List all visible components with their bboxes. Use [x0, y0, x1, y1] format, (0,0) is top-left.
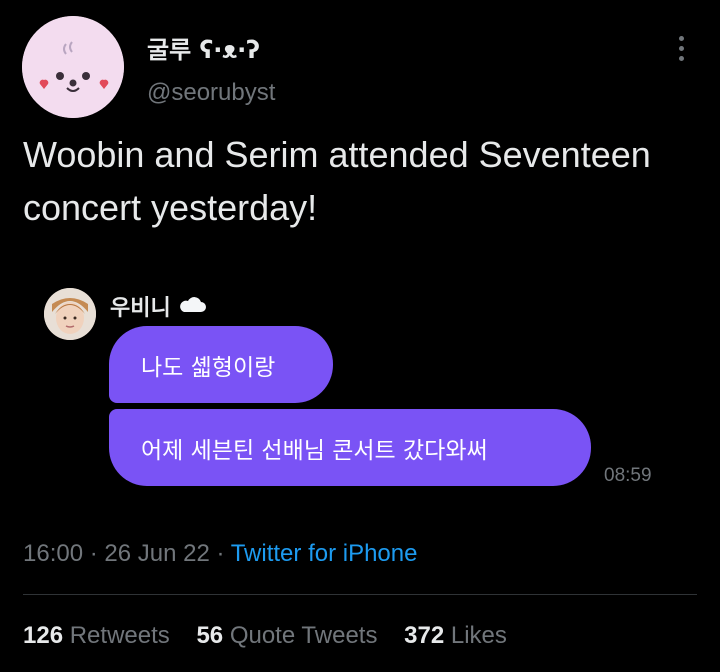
divider — [23, 594, 697, 595]
chat-timestamp: 08:59 — [604, 465, 652, 486]
tweet-stats: 126 Retweets 56 Quote Tweets 372 Likes — [23, 622, 527, 650]
chat-message-text: 나도 셻형이랑 — [141, 354, 276, 381]
tweet-time[interactable]: 16:00 — [23, 540, 83, 567]
tweet-text: Woobin and Serim attended Seventeen conc… — [23, 134, 651, 228]
quote-tweets-count: 56 — [196, 622, 224, 649]
tweet-date[interactable]: 26 Jun 22 — [104, 540, 209, 567]
chat-message-text: 어제 세븐틴 선배님 콘서트 갔다와써 — [141, 437, 488, 464]
more-options-icon[interactable] — [668, 36, 694, 66]
likes-label: Likes — [450, 622, 507, 649]
profile-avatar[interactable] — [22, 16, 124, 118]
tweet-meta: 16:00 · 26 Jun 22 · Twitter for iPhone — [23, 540, 417, 568]
chat-sender-name: 우비니 — [110, 296, 171, 321]
retweets-stat[interactable]: 126 Retweets — [23, 622, 170, 649]
display-name[interactable]: 굴루 ʕ·ᴥ·ʔ — [147, 30, 260, 65]
tweet-source-link[interactable]: Twitter for iPhone — [231, 540, 418, 567]
retweets-count: 126 — [23, 622, 64, 649]
person-photo-icon — [44, 288, 96, 340]
cloud-icon — [180, 297, 206, 312]
separator: · — [83, 540, 105, 567]
retweets-label: Retweets — [69, 622, 170, 649]
quote-tweets-stat[interactable]: 56 Quote Tweets — [196, 622, 377, 649]
separator: · — [209, 540, 231, 567]
user-handle[interactable]: @seorubyst — [147, 79, 275, 107]
likes-stat[interactable]: 372 Likes — [404, 622, 507, 649]
chat-avatar — [44, 288, 96, 340]
quote-tweets-label: Quote Tweets — [229, 622, 378, 649]
chat-message-bubble: 나도 셻형이랑 — [109, 326, 333, 403]
likes-count: 372 — [404, 622, 445, 649]
chat-message-bubble: 어제 세븐틴 선배님 콘서트 갔다와써 — [109, 409, 591, 486]
seal-face-icon — [22, 16, 124, 118]
